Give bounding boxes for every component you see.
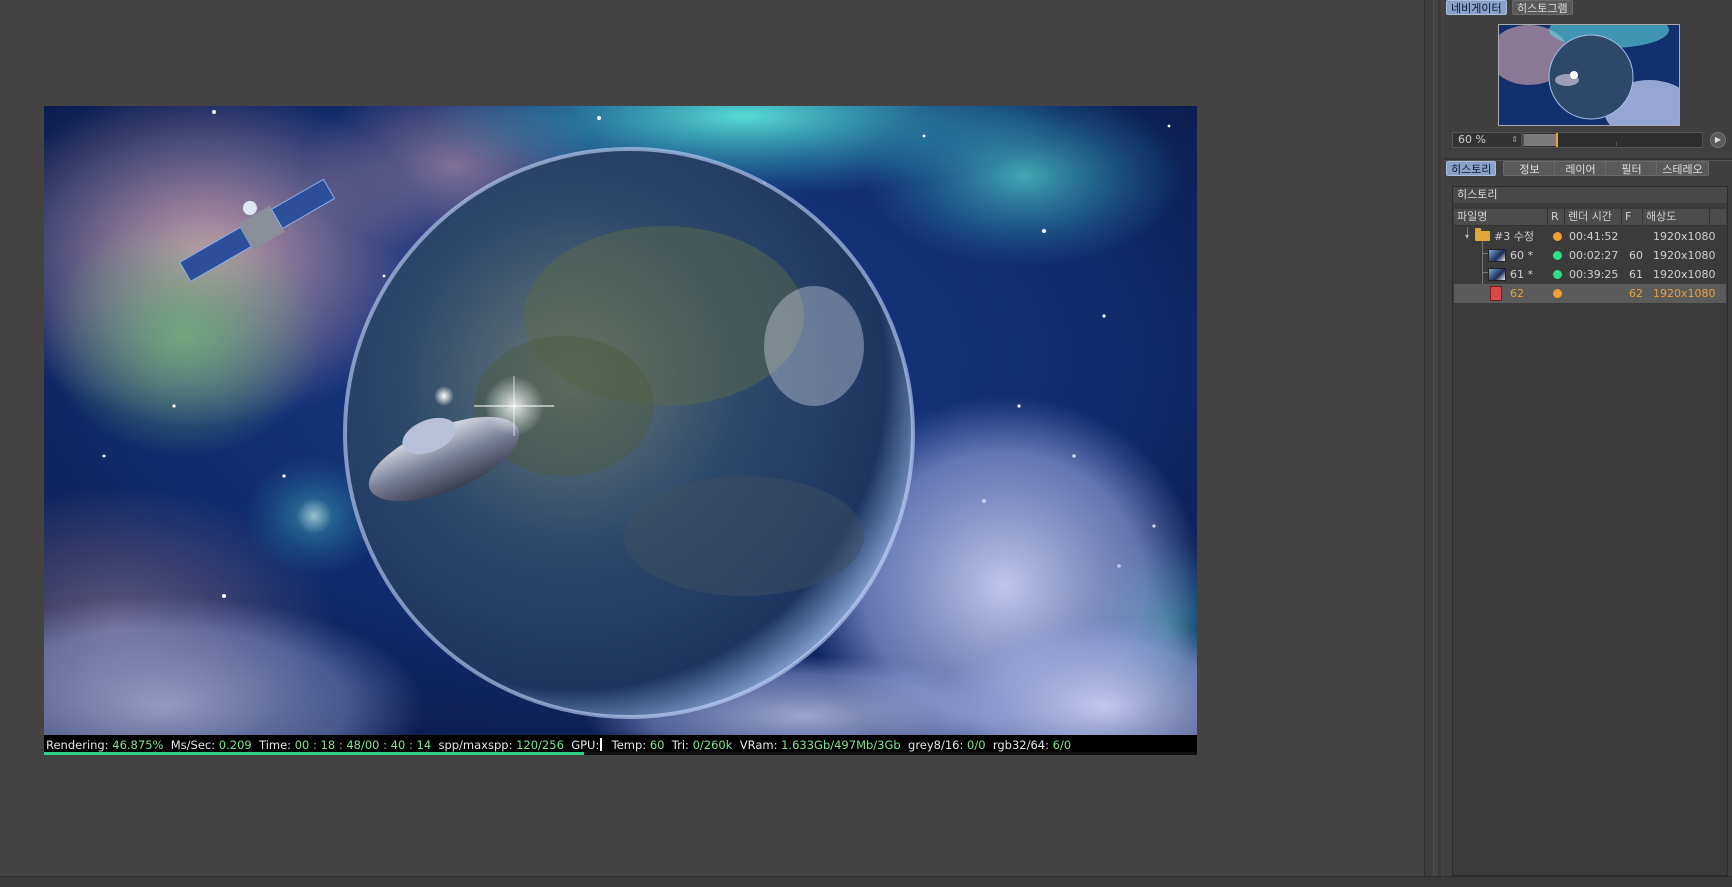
image-thumbnail-icon — [1488, 249, 1506, 262]
tab-filter[interactable]: 필터 — [1605, 161, 1658, 176]
navigator-thumbnail[interactable] — [1498, 24, 1680, 126]
space-scene-image — [44, 106, 1197, 735]
zoom-slider-tick — [1616, 142, 1617, 146]
zoom-input[interactable]: 60 % ⇕ — [1452, 132, 1522, 148]
navigator-preview-image — [1499, 25, 1679, 125]
render-status-icon — [1553, 232, 1562, 241]
tab-info[interactable]: 정보 — [1503, 161, 1556, 176]
render-image[interactable] — [44, 106, 1197, 735]
row-frame: 60 — [1629, 249, 1643, 262]
spp-value: 120/256 — [516, 738, 564, 752]
row-render-time: 00:39:25 — [1569, 268, 1619, 281]
gpu-label: GPU: — [571, 738, 600, 752]
column-r[interactable]: R — [1548, 209, 1565, 225]
column-filename[interactable]: 파일명 — [1454, 209, 1548, 225]
row-render-time: 00:02:27 — [1569, 249, 1619, 262]
spp-label: spp/maxspp: — [438, 738, 513, 752]
history-row[interactable]: ▾ #3 수정 00:41:52 1920x1080 — [1454, 227, 1726, 246]
render-status-icon — [1553, 251, 1562, 260]
row-render-time: 00:41:52 — [1569, 230, 1619, 243]
rgb-label: rgb32/64: — [992, 738, 1050, 752]
row-resolution: 1920x1080 — [1653, 249, 1716, 262]
tab-layers[interactable]: 레이어 — [1554, 161, 1607, 176]
row-filename: 61 * — [1510, 268, 1533, 281]
zoom-slider-fill — [1524, 134, 1557, 146]
time-label: Time: — [259, 738, 292, 752]
zoom-value: 60 % — [1458, 133, 1486, 146]
gpu-usage-bar — [600, 738, 603, 751]
grey-value: 0/0 — [967, 738, 986, 752]
render-progress-bar — [44, 752, 1197, 755]
zoom-slider[interactable] — [1523, 132, 1703, 148]
rendering-file-icon — [1490, 286, 1502, 301]
row-resolution: 1920x1080 — [1653, 287, 1716, 300]
rendering-label: Rendering: — [46, 738, 109, 752]
temp-value: 60 — [649, 738, 665, 752]
side-panel: 네비게이터 히스토그램 60 % ⇕ ▶ 히스토리 정보 레이어 필터 스테레오… — [1444, 0, 1732, 876]
row-filename: 62 — [1510, 287, 1524, 300]
grey-label: grey8/16: — [908, 738, 964, 752]
panel-splitter[interactable] — [1424, 0, 1434, 876]
tri-value: 0/260k — [692, 738, 733, 752]
column-resolution[interactable]: 해상도 — [1643, 209, 1710, 225]
history-row[interactable]: 61 * 00:39:25 61 1920x1080 — [1454, 265, 1726, 284]
zoom-slider-handle[interactable] — [1556, 133, 1559, 147]
vram-label: VRam: — [739, 738, 778, 752]
render-status-icon — [1553, 270, 1562, 279]
history-row[interactable]: 60 * 00:02:27 60 1920x1080 — [1454, 246, 1726, 265]
time-value: 00 : 18 : 48/00 : 40 : 14 — [294, 738, 432, 752]
row-filename: #3 수정 — [1494, 230, 1534, 243]
tab-stereo[interactable]: 스테레오 — [1656, 161, 1709, 176]
history-panel-title: 히스토리 — [1453, 187, 1727, 203]
ms-value: 0.209 — [218, 738, 252, 752]
window-bottom-edge — [0, 876, 1732, 887]
tri-label: Tri: — [671, 738, 689, 752]
row-frame: 62 — [1629, 287, 1643, 300]
row-filename: 60 * — [1510, 249, 1533, 262]
render-progress-fill — [44, 752, 585, 755]
rgb-value: 6/0 — [1052, 738, 1072, 752]
row-resolution: 1920x1080 — [1653, 230, 1716, 243]
vram-value: 1.633Gb/497Mb/3Gb — [781, 738, 901, 752]
temp-label: Temp: — [611, 738, 647, 752]
panel-splitter-inner — [1438, 0, 1441, 876]
tab-history[interactable]: 히스토리 — [1446, 161, 1497, 176]
history-table-header: 파일명 R 렌더 시간 F 해상도 — [1454, 209, 1726, 226]
history-row-selected[interactable]: 62 62 1920x1080 — [1454, 284, 1726, 303]
column-frame[interactable]: F — [1622, 209, 1643, 225]
history-panel: 히스토리 파일명 R 렌더 시간 F 해상도 ▾ #3 수정 00:41:52 … — [1452, 186, 1728, 876]
row-frame: 61 — [1629, 268, 1643, 281]
tab-navigator[interactable]: 네비게이터 — [1446, 0, 1507, 15]
column-render-time[interactable]: 렌더 시간 — [1565, 209, 1622, 225]
render-status-icon — [1553, 289, 1562, 298]
image-thumbnail-icon — [1488, 268, 1506, 281]
collapse-caret-icon[interactable]: ▾ — [1465, 227, 1469, 246]
ms-label: Ms/Sec: — [170, 738, 216, 752]
rendering-value: 46.875% — [112, 738, 164, 752]
zoom-play-icon[interactable]: ▶ — [1710, 132, 1726, 148]
folder-icon — [1475, 228, 1490, 241]
zoom-spinner-icon[interactable]: ⇕ — [1511, 133, 1518, 147]
tab-histogram[interactable]: 히스토그램 — [1512, 0, 1573, 15]
row-resolution: 1920x1080 — [1653, 268, 1716, 281]
render-viewport[interactable]: Rendering: 46.875% Ms/Sec: 0.209 Time: 0… — [0, 0, 1424, 876]
